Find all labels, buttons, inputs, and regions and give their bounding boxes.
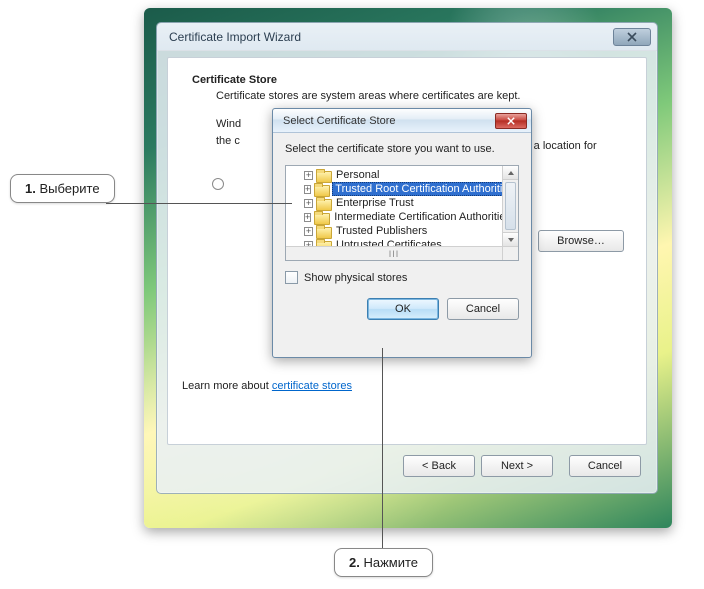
ok-button[interactable]: OK [367,298,439,320]
tree-item-personal[interactable]: + Personal [288,168,502,182]
wizard-close-button[interactable] [613,28,651,46]
radio-option[interactable] [212,178,224,190]
section-title: Certificate Store [192,74,622,86]
expand-icon[interactable]: + [304,171,313,180]
next-button[interactable]: Next > [481,455,553,477]
tree-item-label: Intermediate Certification Authorities [332,211,502,223]
tree-list: + Personal + Trusted Root Certification … [288,166,502,246]
folder-icon [316,198,330,209]
scrollbar-corner [502,246,518,260]
dialog-button-row: OK Cancel [285,298,519,320]
wizard-footer: < Back Next > Cancel [167,449,647,483]
expand-icon[interactable]: + [304,213,311,222]
show-physical-stores-row[interactable]: Show physical stores [285,271,519,284]
learn-more-link-row: Learn more about certificate stores [182,380,352,392]
callout-connector [382,348,383,548]
close-icon [507,117,515,125]
back-button[interactable]: < Back [403,455,475,477]
dialog-titlebar[interactable]: Select Certificate Store [273,109,531,133]
tree-item-label: Untrusted Certificates [334,239,444,246]
callout-connector [106,203,292,204]
dialog-close-button[interactable] [495,113,527,129]
expand-icon[interactable]: + [304,199,313,208]
checkbox-label: Show physical stores [304,272,407,284]
folder-icon [314,184,328,195]
expand-icon[interactable]: + [304,227,313,236]
section-description: Certificate stores are system areas wher… [216,90,622,102]
dialog-cancel-button[interactable]: Cancel [447,298,519,320]
tree-item-untrusted[interactable]: + Untrusted Certificates [288,238,502,246]
callout-press: 2. Нажмите [334,548,433,577]
tree-item-trusted-root[interactable]: + Trusted Root Certification Authorities [288,182,502,196]
select-certificate-store-dialog: Select Certificate Store Select the cert… [272,108,532,358]
scroll-down-icon[interactable] [503,232,518,246]
tree-item-label: Trusted Root Certification Authorities [332,182,502,196]
tree-item-intermediate[interactable]: + Intermediate Certification Authorities [288,210,502,224]
tree-item-trusted-publishers[interactable]: + Trusted Publishers [288,224,502,238]
horizontal-scrollbar[interactable]: III [286,246,502,260]
tree-item-label: Enterprise Trust [334,197,416,209]
dialog-instruction: Select the certificate store you want to… [285,143,519,155]
vertical-scrollbar[interactable] [502,166,518,246]
scroll-thumb[interactable] [505,182,516,230]
folder-icon [316,170,330,181]
wizard-cancel-button[interactable]: Cancel [569,455,641,477]
browse-button[interactable]: Browse… [538,230,624,252]
certificate-store-tree[interactable]: + Personal + Trusted Root Certification … [285,165,519,261]
checkbox[interactable] [285,271,298,284]
tree-item-enterprise-trust[interactable]: + Enterprise Trust [288,196,502,210]
wizard-title: Certificate Import Wizard [169,30,613,44]
folder-icon [316,226,330,237]
close-icon [627,32,637,42]
dialog-body: Select the certificate store you want to… [273,133,531,328]
wizard-titlebar[interactable]: Certificate Import Wizard [157,23,657,51]
scroll-up-icon[interactable] [503,166,518,180]
dialog-title: Select Certificate Store [283,115,495,127]
tree-item-label: Personal [334,169,381,181]
tree-item-label: Trusted Publishers [334,225,429,237]
certificate-stores-link[interactable]: certificate stores [272,380,352,392]
callout-select: 1. Выберите [10,174,115,203]
expand-icon[interactable]: + [304,185,311,194]
folder-icon [314,212,328,223]
